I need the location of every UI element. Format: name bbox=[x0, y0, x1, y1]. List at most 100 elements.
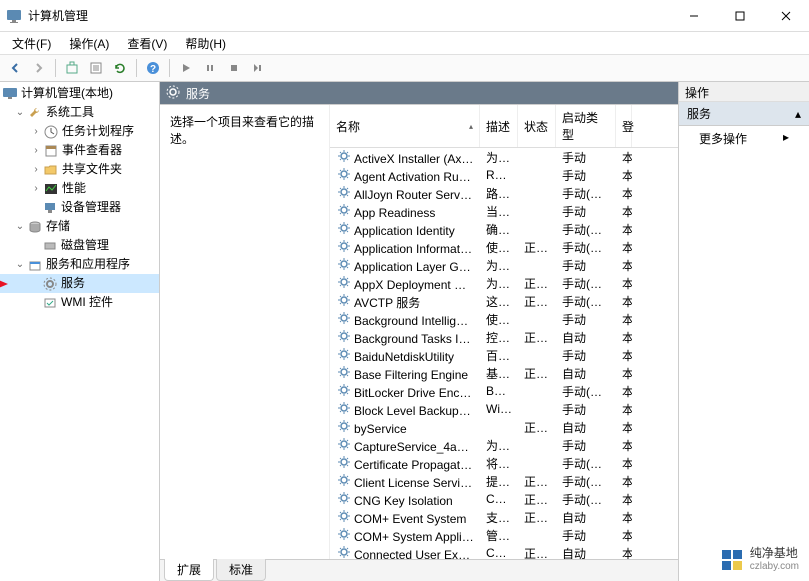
performance-icon bbox=[43, 181, 59, 197]
main-area: 计算机管理(本地) ⌄ 系统工具 › 任务计划程序 › 事件查看器 › 共享文件… bbox=[0, 82, 809, 581]
service-row[interactable]: Agent Activation Runtime_...Runt...手动本 bbox=[330, 166, 678, 184]
list-body[interactable]: ActiveX Installer (AxInstSV)为从...手动本Agen… bbox=[330, 148, 678, 559]
actions-section[interactable]: 服务 ▴ bbox=[679, 102, 809, 126]
service-row[interactable]: CaptureService_4aeb7ca为调...手动本 bbox=[330, 436, 678, 454]
maximize-button[interactable] bbox=[717, 0, 763, 32]
service-row[interactable]: AVCTP 服务这是...正在...手动(触发...本 bbox=[330, 292, 678, 310]
service-row[interactable]: AppX Deployment Service (...为部...正在...手动… bbox=[330, 274, 678, 292]
tree-storage[interactable]: ⌄ 存储 bbox=[0, 217, 159, 236]
tree-label: 服务和应用程序 bbox=[46, 256, 130, 273]
tab-standard[interactable]: 标准 bbox=[216, 559, 266, 581]
service-row[interactable]: AllJoyn Router Service路由...手动(触发...本 bbox=[330, 184, 678, 202]
column-name[interactable]: 名称▴ bbox=[330, 105, 480, 147]
expand-icon[interactable]: › bbox=[30, 145, 42, 157]
service-name: Client License Service (Clip... bbox=[354, 476, 480, 490]
service-logon-cell: 本 bbox=[616, 473, 632, 490]
service-row[interactable]: Block Level Backup Engine ...Win...手动本 bbox=[330, 400, 678, 418]
tab-extended[interactable]: 扩展 bbox=[164, 559, 214, 581]
service-name: Background Tasks Infrastru... bbox=[354, 332, 480, 346]
menu-action[interactable]: 操作(A) bbox=[61, 33, 117, 54]
up-button[interactable] bbox=[61, 57, 83, 79]
gear-icon bbox=[336, 274, 352, 290]
service-desc-cell: 为调... bbox=[480, 437, 518, 454]
service-desc-cell: 基本... bbox=[480, 365, 518, 382]
tree-label: 磁盘管理 bbox=[61, 237, 109, 254]
service-row[interactable]: Application Information使用...正在...手动(触发..… bbox=[330, 238, 678, 256]
expand-icon[interactable]: › bbox=[30, 183, 42, 195]
gear-icon bbox=[336, 454, 352, 470]
tree-task-scheduler[interactable]: › 任务计划程序 bbox=[0, 122, 159, 141]
tree-shared-folders[interactable]: › 共享文件夹 bbox=[0, 160, 159, 179]
expand-icon[interactable]: › bbox=[30, 164, 42, 176]
service-row[interactable]: Application Layer Gateway ...为 In...手动本 bbox=[330, 256, 678, 274]
chevron-right-icon: ▸ bbox=[783, 130, 789, 144]
menu-help[interactable]: 帮助(H) bbox=[177, 33, 234, 54]
tree-root[interactable]: 计算机管理(本地) bbox=[0, 84, 159, 103]
service-row[interactable]: BaiduNetdiskUtility百度...手动本 bbox=[330, 346, 678, 364]
column-description[interactable]: 描述 bbox=[480, 105, 518, 147]
close-button[interactable] bbox=[763, 0, 809, 32]
service-row[interactable]: COM+ Event System支持...正在...自动本 bbox=[330, 508, 678, 526]
tree-services[interactable]: 服务 bbox=[0, 274, 159, 293]
service-row[interactable]: Certificate Propagation将用...手动(触发...本 bbox=[330, 454, 678, 472]
column-logon[interactable]: 登 bbox=[616, 105, 632, 147]
service-desc-cell: 为部... bbox=[480, 275, 518, 292]
service-row[interactable]: Client License Service (Clip...提供...正在..… bbox=[330, 472, 678, 490]
tree-disk-management[interactable]: 磁盘管理 bbox=[0, 236, 159, 255]
tree-wmi-control[interactable]: WMI 控件 bbox=[0, 293, 159, 312]
service-status-cell: 正在... bbox=[518, 239, 556, 256]
service-status-cell: 正在... bbox=[518, 419, 556, 436]
service-desc-cell: 为 In... bbox=[480, 257, 518, 274]
tree-event-viewer[interactable]: › 事件查看器 bbox=[0, 141, 159, 160]
collapse-icon[interactable]: ⌄ bbox=[14, 259, 26, 271]
column-startup-type[interactable]: 启动类型 bbox=[556, 105, 616, 147]
service-row[interactable]: App Readiness当用...手动本 bbox=[330, 202, 678, 220]
tree-services-apps[interactable]: ⌄ 服务和应用程序 bbox=[0, 255, 159, 274]
restart-service-button[interactable] bbox=[247, 57, 269, 79]
stop-service-button[interactable] bbox=[223, 57, 245, 79]
pause-service-button[interactable] bbox=[199, 57, 221, 79]
start-service-button[interactable] bbox=[175, 57, 197, 79]
service-row[interactable]: Background Tasks Infrastru...控制...正在...自… bbox=[330, 328, 678, 346]
service-row[interactable]: Connected User Experienc...Con...正在...自动… bbox=[330, 544, 678, 559]
tree-system-tools[interactable]: ⌄ 系统工具 bbox=[0, 103, 159, 122]
service-name: App Readiness bbox=[354, 206, 435, 220]
service-name: Agent Activation Runtime_... bbox=[354, 170, 480, 184]
tree-panel[interactable]: 计算机管理(本地) ⌄ 系统工具 › 任务计划程序 › 事件查看器 › 共享文件… bbox=[0, 82, 160, 581]
gear-icon bbox=[336, 418, 352, 434]
service-row[interactable]: CNG Key IsolationCNG...正在...手动(触发...本 bbox=[330, 490, 678, 508]
service-row[interactable]: Base Filtering Engine基本...正在...自动本 bbox=[330, 364, 678, 382]
tree-performance[interactable]: › 性能 bbox=[0, 179, 159, 198]
service-name: AppX Deployment Service (... bbox=[354, 278, 480, 292]
more-actions[interactable]: 更多操作 ▸ bbox=[679, 126, 809, 151]
service-row[interactable]: ActiveX Installer (AxInstSV)为从...手动本 bbox=[330, 148, 678, 166]
minimize-button[interactable] bbox=[671, 0, 717, 32]
forward-button[interactable] bbox=[28, 57, 50, 79]
service-row[interactable]: BitLocker Drive Encryption ...BDE...手动(触… bbox=[330, 382, 678, 400]
service-row[interactable]: Application Identity确定...手动(触发...本 bbox=[330, 220, 678, 238]
menu-view[interactable]: 查看(V) bbox=[119, 33, 175, 54]
service-status-cell: 正在... bbox=[518, 275, 556, 292]
collapse-icon[interactable]: ⌄ bbox=[14, 107, 26, 119]
service-name-cell: Application Identity bbox=[330, 220, 480, 238]
menu-file[interactable]: 文件(F) bbox=[4, 33, 59, 54]
refresh-button[interactable] bbox=[109, 57, 131, 79]
service-name: COM+ System Application bbox=[354, 530, 480, 544]
service-logon-cell: 本 bbox=[616, 491, 632, 508]
properties-button[interactable] bbox=[85, 57, 107, 79]
computer-icon bbox=[2, 86, 18, 102]
service-startup-cell: 手动 bbox=[556, 149, 616, 166]
tree-device-manager[interactable]: 设备管理器 bbox=[0, 198, 159, 217]
expand-icon[interactable]: › bbox=[30, 126, 42, 138]
service-row[interactable]: Background Intelligent Tra...使用...手动本 bbox=[330, 310, 678, 328]
column-status[interactable]: 状态 bbox=[518, 105, 556, 147]
collapse-icon[interactable]: ⌄ bbox=[14, 221, 26, 233]
back-button[interactable] bbox=[4, 57, 26, 79]
service-desc-cell: 百度... bbox=[480, 347, 518, 364]
service-row[interactable]: byService正在...自动本 bbox=[330, 418, 678, 436]
watermark-url: czlaby.com bbox=[750, 560, 799, 573]
service-startup-cell: 自动 bbox=[556, 419, 616, 436]
service-row[interactable]: COM+ System Application管理...手动本 bbox=[330, 526, 678, 544]
help-button[interactable]: ? bbox=[142, 57, 164, 79]
tree-label: 计算机管理(本地) bbox=[21, 85, 113, 102]
